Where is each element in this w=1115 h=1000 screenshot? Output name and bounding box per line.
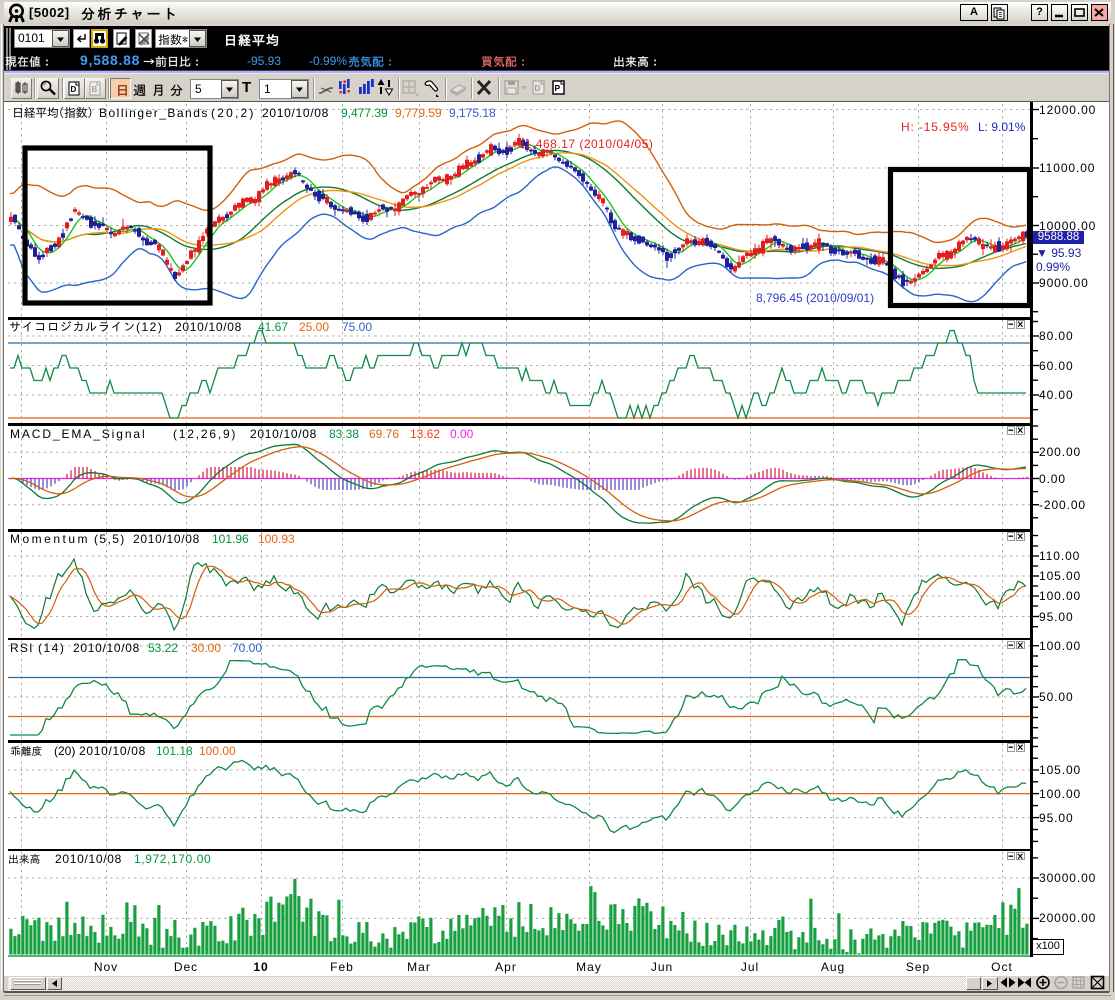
svg-text:P: P xyxy=(555,83,561,93)
svg-text:D: D xyxy=(71,85,77,94)
svg-text:B: B xyxy=(92,85,98,94)
svg-text:D: D xyxy=(535,84,541,93)
